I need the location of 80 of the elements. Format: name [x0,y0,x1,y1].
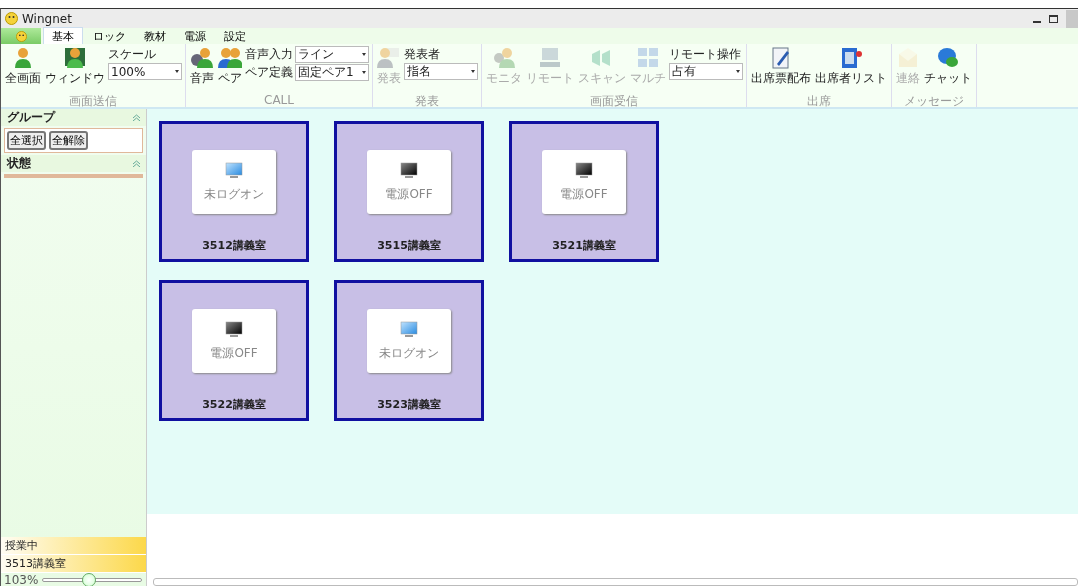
field-label: ペア定義 [245,64,293,81]
caret-icon [362,53,366,56]
tab[interactable]: 基本 [43,27,83,45]
collapse-icon[interactable] [133,114,140,121]
room-card[interactable]: 未ログオン 3523講義室 [334,280,484,421]
group-label: 画面受信 [589,93,639,107]
tab[interactable]: 電源 [176,27,214,45]
group-label: 画面送信 [68,93,118,107]
smiley-icon [5,12,18,25]
panel-button[interactable]: 全選択 [7,131,46,150]
chat-bubble-icon [936,46,960,70]
status-item: 授業中 [1,537,146,555]
person-icon [377,46,401,70]
group-label: CALL [263,93,295,107]
tab[interactable]: 教材 [136,27,174,45]
ribbon-button[interactable]: ペア [217,46,243,93]
status-text: 電源OFF [385,185,433,203]
field-label: スケール [108,46,157,63]
status-text: 未ログオン [204,185,264,203]
dropdown[interactable]: 指名 [404,63,478,80]
field-label: 音声入力 [245,46,293,63]
ribbon-button[interactable]: 音声 [189,46,215,93]
room-name: 3515講義室 [377,238,441,253]
field-label: 発表者 [404,46,441,63]
group-label: メッセージ [903,93,965,107]
tab[interactable]: 設定 [216,27,254,45]
smiley-icon [15,30,27,42]
group-label: 発表 [414,93,440,107]
monitor-icon [400,320,418,339]
person-icon [492,46,516,70]
slider-thumb[interactable] [81,573,96,586]
dropdown[interactable]: 占有 [669,63,743,80]
monitor-icon [225,161,243,180]
status-item: 3513講義室 [1,555,146,573]
collapse-icon[interactable] [133,160,140,167]
person-icon [190,46,214,70]
person-icon [218,46,242,70]
room-name: 3512講義室 [202,238,266,253]
dropdown[interactable]: ライン [295,46,369,63]
room-card[interactable]: 電源OFF 3515講義室 [334,121,484,262]
panel-button[interactable]: 全解除 [49,131,88,150]
caret-icon [736,70,740,73]
person-icon [63,46,87,70]
zoom-reading: 103% [4,573,39,586]
room-name: 3522講義室 [202,397,266,412]
room-name: 3521講義室 [552,238,616,253]
ribbon-button[interactable]: 出席票配布 [750,46,812,93]
status-text: 未ログオン [379,344,439,362]
room-card[interactable]: 電源OFF 3521講義室 [509,121,659,262]
dropdown[interactable]: 固定ペア1 [295,64,369,81]
caret-icon [362,71,366,74]
window-title: Wingnet [22,11,73,26]
scrollbar[interactable] [153,578,1078,586]
room-name: 3523講義室 [377,397,441,412]
monitor-icon [225,320,243,339]
field-label: リモート操作 [669,46,742,63]
status-text: 電源OFF [560,185,608,203]
caret-icon [471,70,475,73]
close-button[interactable] [1066,9,1078,28]
envelope-icon [896,46,920,70]
monitor-icon [575,161,593,180]
app-menu-button[interactable] [1,28,41,44]
panel-title: 状態 [7,155,31,172]
ribbon-button[interactable]: ウィンドウ [44,46,106,93]
zoom-slider[interactable] [42,573,143,586]
group-label: 出席 [806,93,832,107]
monitor-icon [400,161,418,180]
caret-icon [175,70,179,73]
tab[interactable]: ロック [85,27,134,45]
room-card[interactable]: 電源OFF 3522講義室 [159,280,309,421]
ribbon-button[interactable]: 全画面 [4,46,42,93]
panel-title: グループ [7,109,55,126]
dropdown[interactable]: 100% [108,63,182,80]
maximize-icon[interactable] [1049,14,1058,23]
computer-icon [538,46,562,70]
ribbon-button[interactable]: 出席者リスト [814,46,888,93]
grid-icon [636,46,660,70]
ribbon-button[interactable]: チャット [923,46,973,93]
room-card[interactable]: 未ログオン 3512講義室 [159,121,309,262]
status-text: 電源OFF [210,344,258,362]
